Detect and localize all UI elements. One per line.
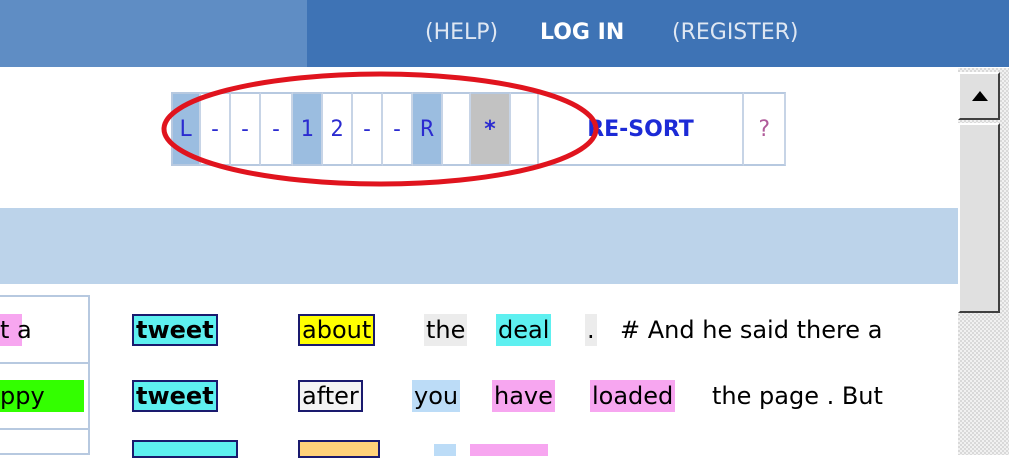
word-token[interactable]: have bbox=[492, 380, 555, 412]
right-context-text: the page . But bbox=[712, 382, 883, 410]
keyword-token[interactable]: tweet bbox=[132, 314, 218, 346]
help-button[interactable]: ? bbox=[744, 92, 786, 166]
scroll-thumb[interactable] bbox=[958, 123, 1000, 313]
scroll-up-button[interactable] bbox=[958, 72, 1000, 120]
left-context-text: ppy bbox=[0, 380, 84, 412]
word-token[interactable]: . bbox=[585, 314, 597, 346]
word-token[interactable]: you bbox=[412, 380, 461, 412]
left-context-text: t a bbox=[0, 316, 32, 344]
results-header-band bbox=[0, 208, 958, 284]
arrow-up-icon bbox=[972, 91, 988, 101]
nav-bar-right-section bbox=[307, 0, 1009, 67]
keyword-token[interactable]: tweet bbox=[132, 380, 218, 412]
register-link[interactable]: (REGISTER) bbox=[672, 20, 798, 45]
word-token[interactable] bbox=[298, 440, 380, 458]
word-token[interactable]: after bbox=[298, 380, 363, 412]
row-divider bbox=[0, 362, 90, 364]
row-divider bbox=[0, 428, 90, 430]
highlight-ellipse bbox=[161, 71, 599, 187]
word-token[interactable] bbox=[470, 444, 548, 456]
login-link[interactable]: LOG IN bbox=[540, 20, 624, 45]
help-link[interactable]: (HELP) bbox=[425, 20, 498, 45]
word-token[interactable]: loaded bbox=[590, 380, 676, 412]
right-context-text: # And he said there a bbox=[620, 316, 883, 344]
nav-divider bbox=[0, 67, 1009, 68]
top-nav-bar: (HELP) LOG IN (REGISTER) bbox=[0, 0, 1009, 67]
nav-bar-left-section bbox=[0, 0, 307, 67]
word-token[interactable] bbox=[434, 444, 456, 456]
word-token[interactable]: deal bbox=[496, 314, 552, 346]
keyword-token[interactable] bbox=[132, 440, 238, 458]
word-token[interactable]: the bbox=[424, 314, 468, 346]
word-token[interactable]: about bbox=[298, 314, 376, 346]
